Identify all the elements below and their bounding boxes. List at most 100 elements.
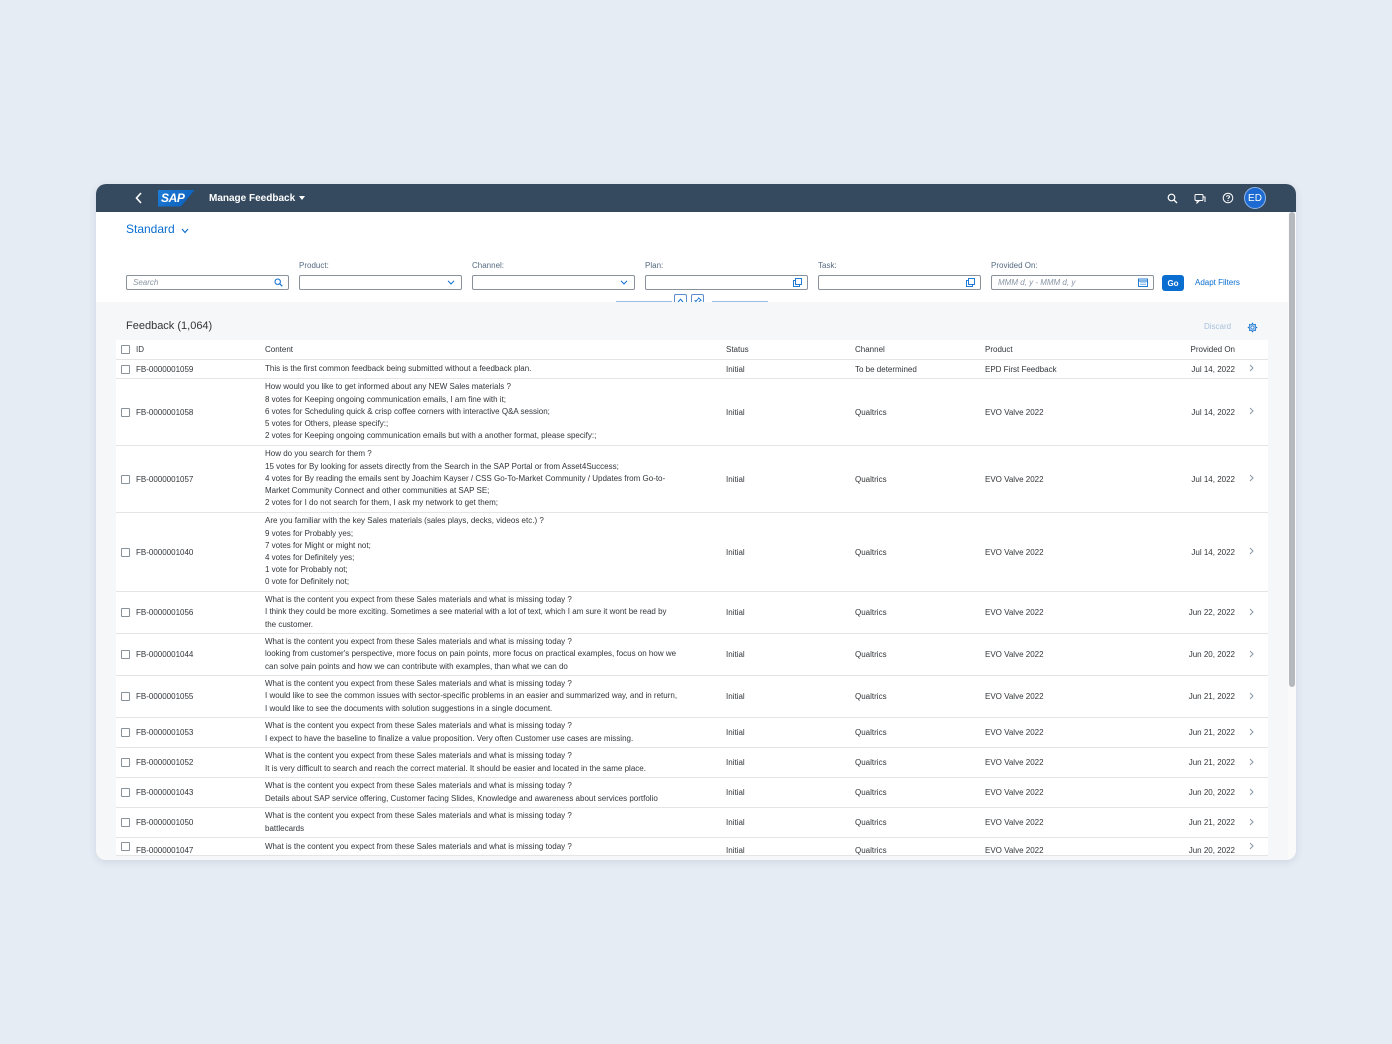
- scrollbar-thumb[interactable]: [1289, 212, 1295, 687]
- row-checkbox[interactable]: [121, 547, 130, 557]
- chevron-right-icon: [1249, 758, 1254, 765]
- chevron-right-icon: [1249, 788, 1254, 795]
- cell-provided-on: Jun 20, 2022: [1155, 633, 1235, 676]
- product-input[interactable]: [300, 278, 443, 287]
- column-header-product[interactable]: Product: [985, 340, 1155, 360]
- row-navigation[interactable]: [1235, 512, 1268, 592]
- row-navigation[interactable]: [1235, 747, 1268, 778]
- column-header-content[interactable]: Content: [265, 340, 726, 360]
- value-help-icon[interactable]: [789, 276, 805, 289]
- search-icon[interactable]: [270, 276, 286, 289]
- table-settings-button[interactable]: [1247, 320, 1258, 338]
- row-checkbox[interactable]: [121, 364, 130, 374]
- column-header-id[interactable]: ID: [136, 340, 265, 360]
- cell-status: Initial: [726, 359, 855, 379]
- row-navigation[interactable]: [1235, 591, 1268, 634]
- row-navigation[interactable]: [1235, 837, 1268, 857]
- plan-field[interactable]: [645, 275, 808, 290]
- cell-id: FB-0000001056: [136, 591, 265, 634]
- cell-status: Initial: [726, 512, 855, 592]
- shell-bar: SAP Manage Feedback ED: [96, 184, 1296, 212]
- cell-channel: Qualtrics: [855, 378, 985, 446]
- cell-id: FB-0000001053: [136, 717, 265, 748]
- app-title-menu[interactable]: Manage Feedback: [209, 193, 306, 204]
- cell-id: FB-0000001052: [136, 747, 265, 778]
- date-range-input[interactable]: [992, 278, 1135, 287]
- search-input[interactable]: [127, 278, 270, 287]
- row-checkbox[interactable]: [121, 818, 130, 827]
- value-help-icon[interactable]: [962, 276, 978, 289]
- chevron-down-icon[interactable]: [443, 276, 459, 289]
- row-checkbox[interactable]: [121, 758, 130, 767]
- chevron-down-icon[interactable]: [616, 276, 632, 289]
- column-header-channel[interactable]: Channel: [855, 340, 985, 360]
- table-row[interactable]: FB-0000001052 What is the content you exp…: [116, 747, 1268, 778]
- task-input[interactable]: [819, 278, 962, 287]
- row-navigation[interactable]: [1235, 717, 1268, 748]
- chevron-right-icon: [1249, 692, 1254, 699]
- back-button[interactable]: [132, 192, 146, 204]
- table-row[interactable]: FB-0000001059 This is the first common fe…: [116, 359, 1268, 379]
- select-all-checkbox[interactable]: [121, 345, 130, 354]
- row-checkbox[interactable]: [121, 407, 130, 417]
- row-navigation[interactable]: [1235, 445, 1268, 513]
- product-label: Product:: [299, 261, 329, 270]
- search-button[interactable]: [1158, 184, 1186, 212]
- cell-product: EVO Valve 2022: [985, 378, 1155, 446]
- column-header-provided-on[interactable]: Provided On: [1155, 340, 1235, 360]
- row-select-cell: [116, 777, 136, 808]
- table-row[interactable]: FB-0000001044 What is the content you exp…: [116, 633, 1268, 676]
- table-row[interactable]: FB-0000001057 How do you search for them …: [116, 445, 1268, 513]
- row-select-cell: [116, 591, 136, 634]
- cell-product: EVO Valve 2022: [985, 591, 1155, 634]
- variant-selector[interactable]: Standard: [126, 222, 189, 236]
- table-row[interactable]: FB-0000001056 What is the content you exp…: [116, 591, 1268, 634]
- search-field[interactable]: [126, 275, 289, 290]
- column-header-status[interactable]: Status: [726, 340, 855, 360]
- product-select[interactable]: [299, 275, 462, 290]
- cell-provided-on: Jun 21, 2022: [1155, 807, 1235, 838]
- plan-input[interactable]: [646, 278, 789, 287]
- go-button[interactable]: Go: [1162, 275, 1184, 291]
- user-avatar[interactable]: ED: [1244, 187, 1266, 209]
- cell-product: EVO Valve 2022: [985, 633, 1155, 676]
- row-checkbox[interactable]: [121, 650, 130, 659]
- row-checkbox[interactable]: [121, 474, 130, 484]
- row-checkbox[interactable]: [121, 692, 130, 701]
- row-select-cell: [116, 445, 136, 513]
- row-select-cell: [116, 747, 136, 778]
- notifications-button[interactable]: [1186, 184, 1214, 212]
- sap-logo[interactable]: SAP: [158, 189, 195, 207]
- cell-channel: To be determined: [855, 359, 985, 379]
- date-range-field[interactable]: [991, 275, 1154, 290]
- cell-content: Are you familiar with the key Sales mate…: [265, 512, 726, 592]
- table-row[interactable]: FB-0000001053 What is the content you exp…: [116, 717, 1268, 748]
- table-row[interactable]: FB-0000001050 What is the content you exp…: [116, 807, 1268, 838]
- app-window: SAP Manage Feedback ED Standard Search P…: [96, 184, 1296, 860]
- adapt-filters-link[interactable]: Adapt Filters: [1195, 278, 1240, 287]
- row-checkbox[interactable]: [121, 728, 130, 737]
- task-field[interactable]: [818, 275, 981, 290]
- row-navigation[interactable]: [1235, 378, 1268, 446]
- table-row[interactable]: FB-0000001040 Are you familiar with the k…: [116, 512, 1268, 592]
- channel-select[interactable]: [472, 275, 635, 290]
- row-navigation[interactable]: [1235, 807, 1268, 838]
- help-icon: [1222, 192, 1234, 204]
- row-checkbox[interactable]: [121, 608, 130, 617]
- row-navigation[interactable]: [1235, 359, 1268, 379]
- table-row[interactable]: FB-0000001058 How would you like to get i…: [116, 378, 1268, 446]
- table-row[interactable]: FB-0000001055 What is the content you exp…: [116, 675, 1268, 718]
- row-navigation[interactable]: [1235, 633, 1268, 676]
- row-navigation[interactable]: [1235, 675, 1268, 718]
- discard-button[interactable]: Discard: [1204, 322, 1231, 331]
- row-checkbox[interactable]: [121, 788, 130, 797]
- table-row[interactable]: FB-0000001043 What is the content you exp…: [116, 777, 1268, 808]
- row-checkbox[interactable]: [121, 842, 130, 852]
- provided-on-label: Provided On:: [991, 261, 1038, 270]
- table-row[interactable]: FB-0000001047 What is the content you exp…: [116, 837, 1268, 857]
- channel-input[interactable]: [473, 278, 616, 287]
- row-navigation[interactable]: [1235, 777, 1268, 808]
- calendar-icon[interactable]: [1135, 276, 1151, 289]
- cell-status: Initial: [726, 807, 855, 838]
- help-button[interactable]: [1214, 184, 1242, 212]
